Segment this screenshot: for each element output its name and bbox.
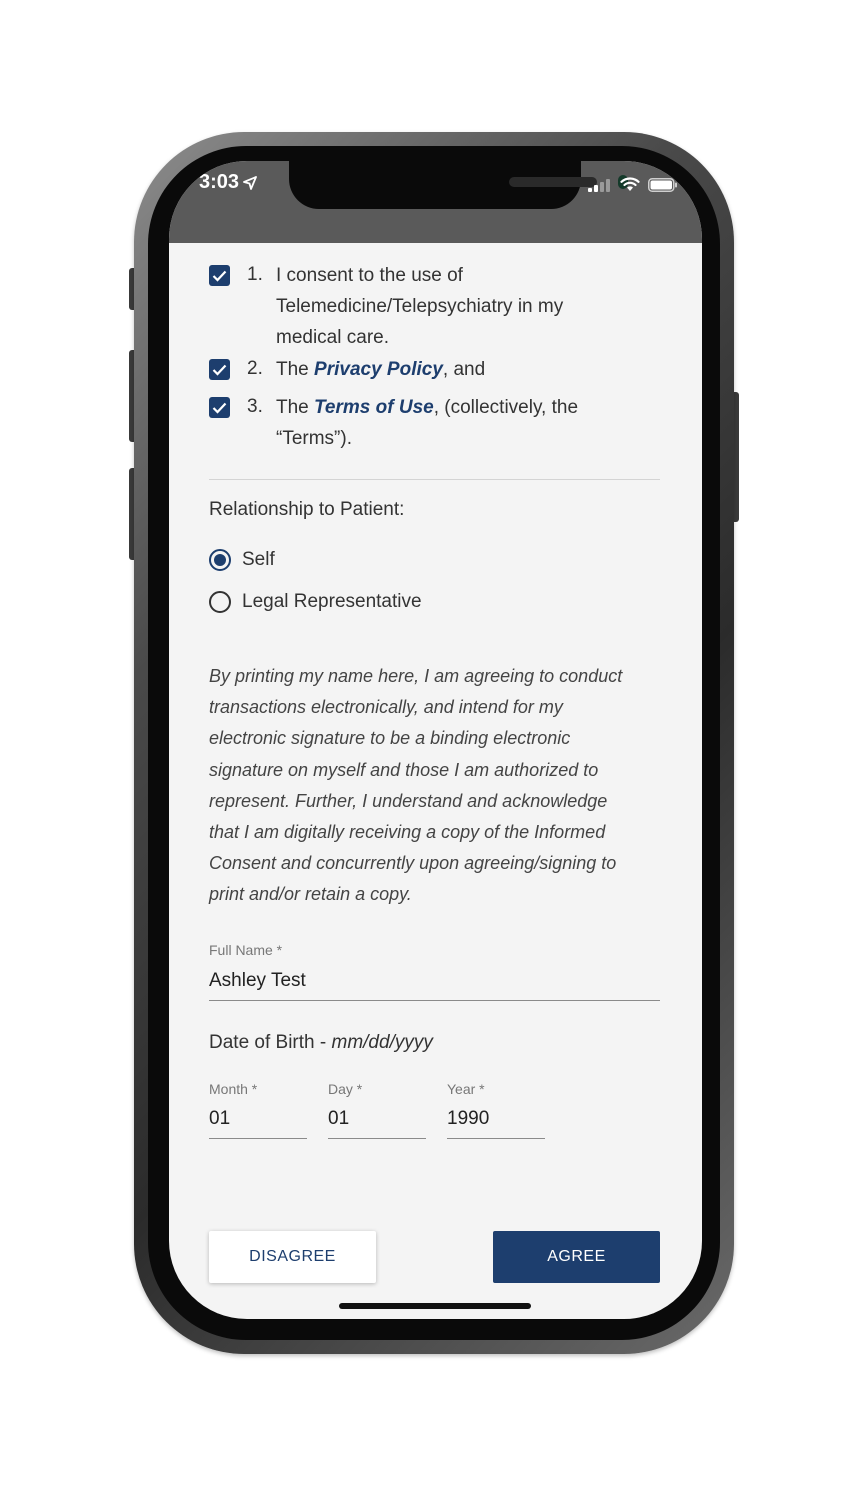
relationship-label: Relationship to Patient:: [209, 499, 405, 520]
consent-text-3-suffix: , (collectively, the: [433, 397, 579, 418]
location-arrow-icon: [243, 175, 257, 190]
privacy-policy-link[interactable]: Privacy Policy: [314, 359, 443, 380]
radio-legal-representative[interactable]: [209, 591, 231, 613]
notch: [289, 161, 628, 209]
status-bar: 3:03: [169, 161, 702, 243]
consent-checkbox-3[interactable]: [209, 397, 230, 418]
phone-screen: 3:03 1. I consent to the use of Telemedi…: [169, 161, 702, 1319]
disclaimer-line: electronic signature to be a binding ele…: [209, 728, 571, 749]
dob-year-underline: [447, 1138, 545, 1139]
full-name-underline: [209, 1000, 660, 1001]
disclaimer-line: signature on myself and those I am autho…: [209, 759, 599, 780]
agree-button[interactable]: AGREE: [493, 1231, 660, 1283]
disagree-button[interactable]: DISAGREE: [209, 1231, 376, 1283]
consent-text-1-line: medical care.: [276, 327, 389, 348]
section-divider: [209, 479, 660, 480]
terms-of-use-link[interactable]: Terms of Use: [314, 397, 434, 418]
dob-title: Date of Birth - mm/dd/yyyy: [209, 1032, 433, 1054]
radio-dot: [214, 554, 226, 566]
radio-self-selected[interactable]: [209, 549, 231, 571]
dob-day-label: Day *: [328, 1081, 363, 1097]
consent-text-2: The Privacy Policy, and: [276, 354, 485, 385]
consent-text-3: The Terms of Use, (collectively, the “Te…: [276, 392, 578, 454]
disclaimer-line: print and/or retain a copy.: [209, 884, 412, 905]
stage: 3:03 1. I consent to the use of Telemedi…: [0, 0, 865, 1485]
consent-text-3-line2: “Terms”).: [276, 428, 352, 449]
disclaimer-line: transactions electronically, and intend …: [209, 697, 563, 718]
disclaimer-line: that I am digitally receiving a copy of …: [209, 822, 606, 843]
consent-text-3-prefix: The: [276, 397, 315, 418]
consent-text-1: I consent to the use of Telemedicine/Tel…: [276, 260, 563, 353]
consent-checkbox-1[interactable]: [209, 265, 230, 286]
dob-year-input[interactable]: [447, 1105, 545, 1133]
disclaimer-line: represent. Further, I understand and ack…: [209, 790, 608, 811]
status-icons: [588, 177, 678, 192]
e-signature-disclaimer: By printing my name here, I am agreeing …: [209, 661, 622, 911]
consent-text-1-line: Telemedicine/Telepsychiatry in my: [276, 296, 564, 317]
home-indicator: [339, 1303, 531, 1309]
earpiece-speaker: [509, 177, 597, 187]
dob-day-underline: [328, 1138, 426, 1139]
dob-format-hint: mm/dd/yyyy: [331, 1032, 433, 1053]
radio-option-legal-representative[interactable]: Legal Representative: [209, 591, 422, 613]
consent-text-2-suffix: , and: [442, 359, 486, 380]
full-name-input[interactable]: [209, 967, 660, 995]
consent-text-3-line1: The Terms of Use, (collectively, the: [276, 392, 578, 423]
radio-option-self[interactable]: Self: [209, 549, 275, 571]
battery-icon: [648, 177, 678, 192]
dob-title-text: Date of Birth -: [209, 1032, 332, 1053]
wifi-icon: [620, 177, 640, 192]
consent-text-2-prefix: The: [276, 359, 315, 380]
dob-month-label: Month *: [209, 1081, 258, 1097]
consent-number-3: 3.: [247, 396, 263, 417]
dob-day-input[interactable]: [328, 1105, 426, 1133]
consent-number-1: 1.: [247, 264, 263, 285]
consent-text-1-line: I consent to the use of: [276, 265, 463, 286]
cellular-signal-icon: [588, 178, 612, 192]
dob-year-label: Year *: [447, 1081, 485, 1097]
dob-month-input[interactable]: [209, 1105, 307, 1133]
consent-number-2: 2.: [247, 358, 263, 379]
disclaimer-line: Consent and concurrently upon agreeing/s…: [209, 853, 617, 874]
consent-checkbox-2[interactable]: [209, 359, 230, 380]
status-time: 3:03: [199, 171, 257, 194]
status-time-text: 3:03: [199, 171, 240, 193]
radio-label-legal-representative: Legal Representative: [242, 591, 422, 612]
disclaimer-line: By printing my name here, I am agreeing …: [209, 666, 623, 686]
dob-month-underline: [209, 1138, 307, 1139]
full-name-label: Full Name *: [209, 942, 283, 958]
radio-label-self: Self: [242, 549, 275, 570]
